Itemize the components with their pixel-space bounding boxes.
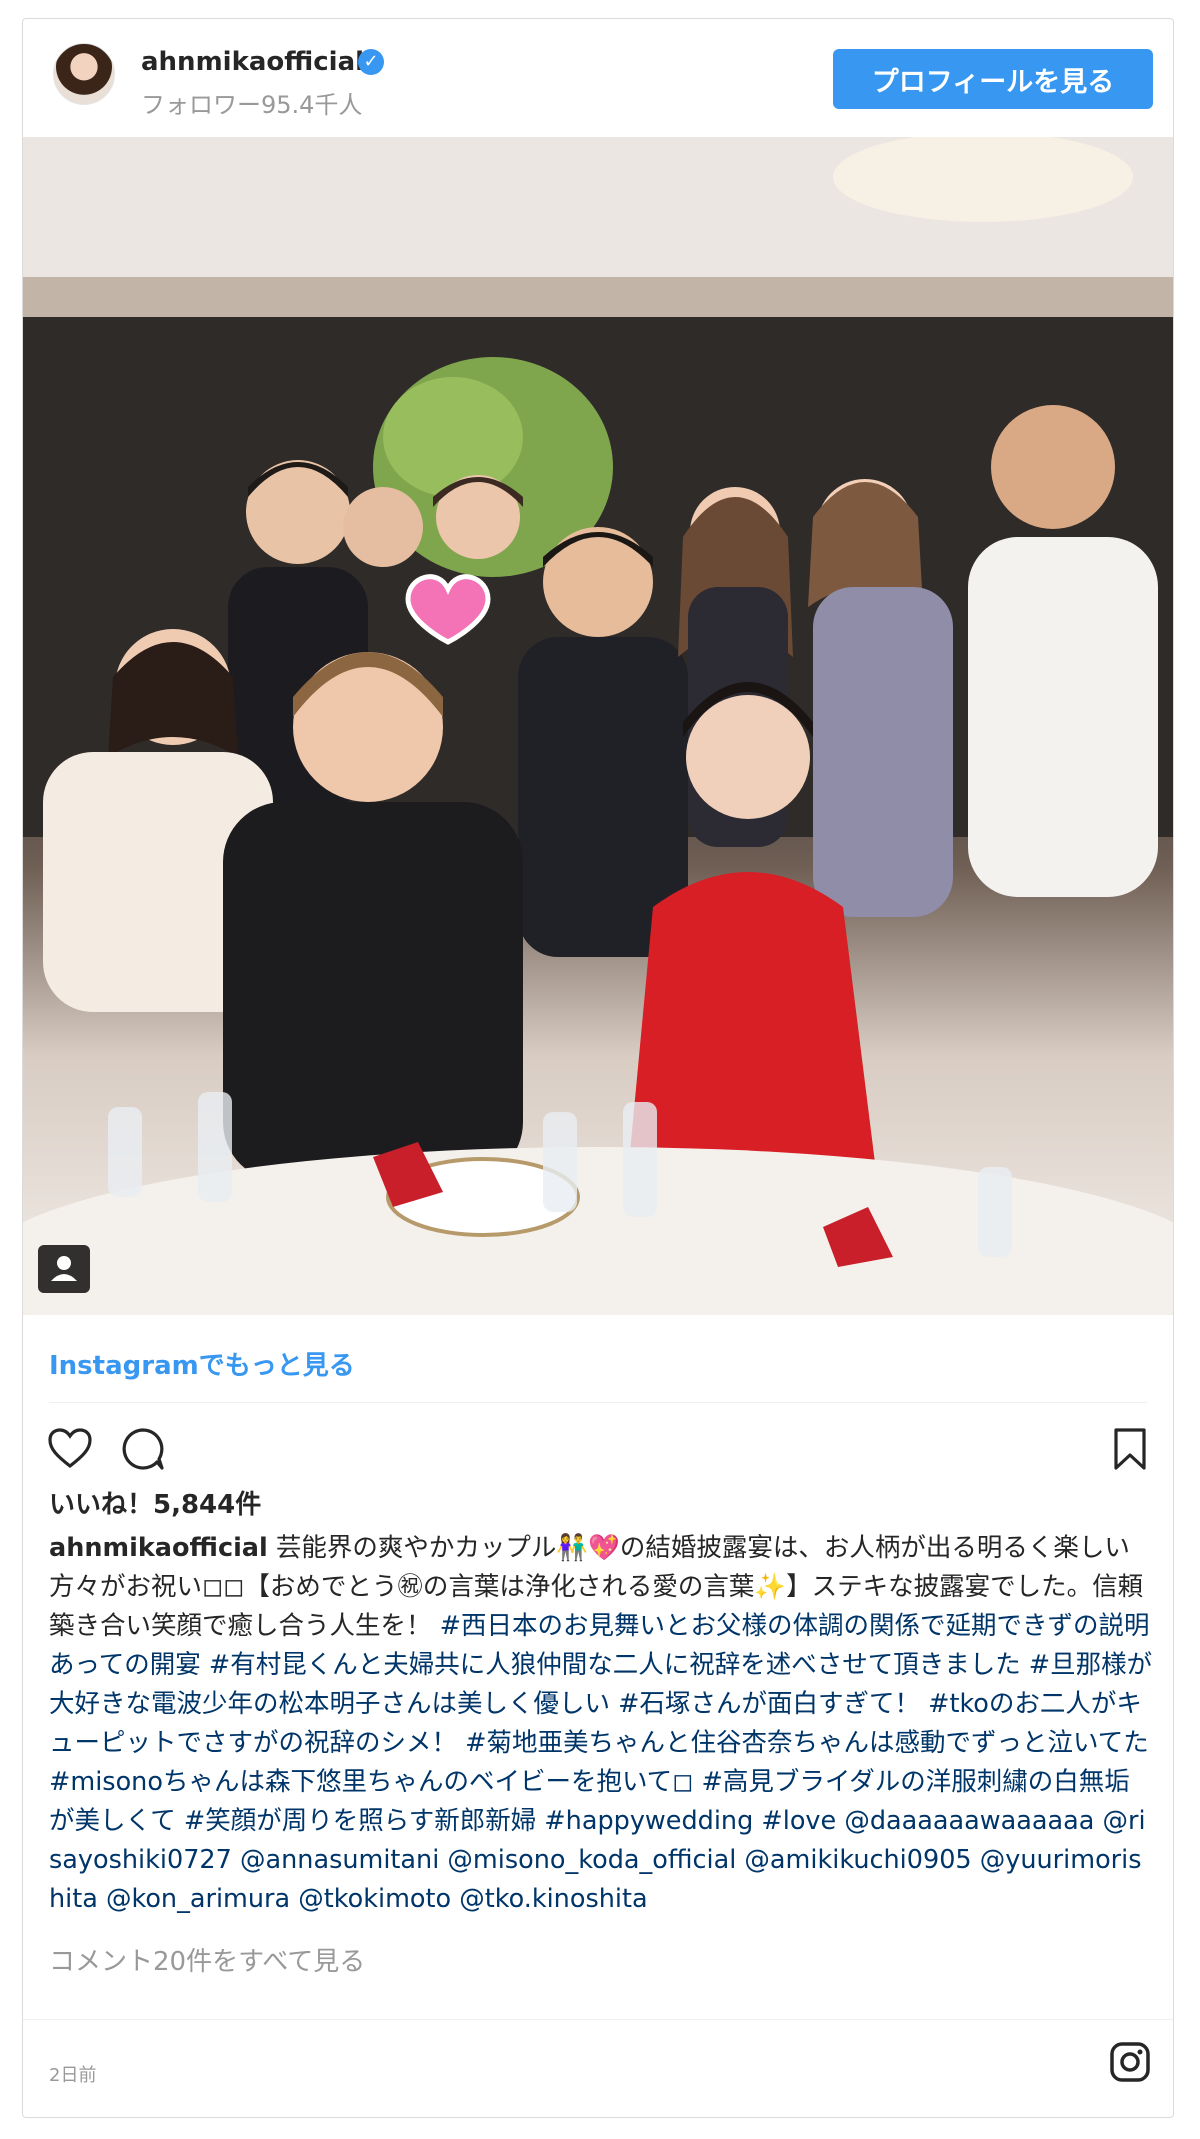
post-header: ahnmikaofficial ✓ フォロワー95.4千人 プロフィールを見る bbox=[23, 19, 1173, 137]
person-icon bbox=[51, 1256, 77, 1281]
username-link[interactable]: ahnmikaofficial bbox=[141, 47, 364, 77]
caption-username[interactable]: ahnmikaofficial bbox=[49, 1533, 268, 1563]
bookmark-icon bbox=[1114, 1428, 1146, 1470]
caption-hashtags[interactable]: #西日本のお見舞いとお父様の体調の関係で延期できずの説明あっての開宴 #有村昆く… bbox=[49, 1611, 1152, 1914]
instagram-icon bbox=[1110, 2042, 1150, 2082]
divider bbox=[23, 2019, 1173, 2020]
view-more-on-instagram-link[interactable]: Instagramでもっと見る bbox=[49, 1345, 355, 1382]
comment-icon bbox=[122, 1428, 164, 1470]
verified-badge-icon: ✓ bbox=[358, 49, 384, 75]
instagram-logo-link[interactable] bbox=[1109, 2041, 1151, 2087]
post-caption: ahnmikaofficial 芸能界の爽やかカップル👫💖の結婚披露宴は、お人柄… bbox=[49, 1529, 1154, 1919]
photo-illustration bbox=[23, 137, 1173, 1315]
heart-icon bbox=[48, 1428, 92, 1469]
post-photo[interactable] bbox=[23, 137, 1173, 1315]
like-button[interactable] bbox=[47, 1427, 93, 1473]
like-count[interactable]: いいね！5,844件 bbox=[49, 1484, 261, 1521]
user-tag-button[interactable] bbox=[38, 1245, 90, 1293]
follower-count: フォロワー95.4千人 bbox=[141, 91, 363, 119]
instagram-embed-card: ahnmikaofficial ✓ フォロワー95.4千人 プロフィールを見る bbox=[22, 18, 1174, 2118]
save-button[interactable] bbox=[1113, 1427, 1147, 1475]
avatar[interactable] bbox=[53, 43, 115, 105]
divider bbox=[49, 1402, 1147, 1403]
view-all-comments-link[interactable]: コメント20件をすべて見る bbox=[49, 1941, 365, 1978]
comment-button[interactable] bbox=[121, 1427, 165, 1475]
view-profile-button[interactable]: プロフィールを見る bbox=[833, 49, 1153, 109]
post-timestamp: 2日前 bbox=[49, 2065, 97, 2086]
